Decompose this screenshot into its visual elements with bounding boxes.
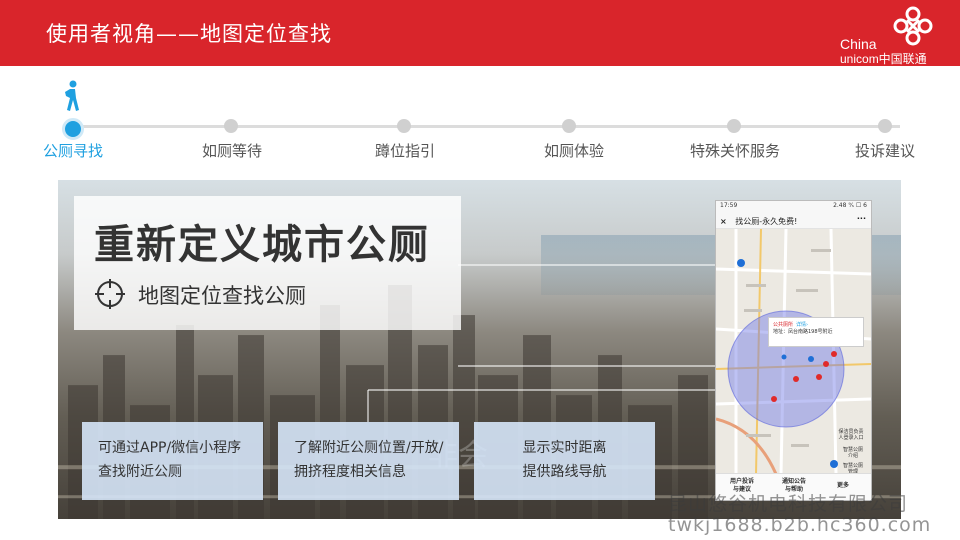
hero-city-image: 重新定义城市公厕 地图定位查找公厕 非会 可通过APP/微信小程序 查找附近公厕… xyxy=(58,180,901,519)
watermark-url: twkj1688.b2b.hc360.com xyxy=(668,514,932,536)
step-label-stall-guide[interactable]: 蹲位指引 xyxy=(375,140,435,161)
hero-headline: 重新定义城市公厕 xyxy=(94,222,430,268)
step-node-6[interactable] xyxy=(878,119,892,133)
feature-card-info: 了解附近公厕位置/开放/ 拥挤程度相关信息 xyxy=(278,422,459,500)
step-node-3[interactable] xyxy=(397,119,411,133)
unicom-knot-icon xyxy=(893,6,933,46)
side-smart-toilet-intro[interactable]: 智慧公厕介绍 xyxy=(841,447,865,459)
map-popup[interactable]: 公共厕所 详情› 地址：凤台南路198号附近 xyxy=(768,317,864,347)
feature-nav-line2: 提供路线导航 xyxy=(522,464,607,480)
close-icon[interactable]: × xyxy=(720,217,727,226)
step-label-complaints[interactable]: 投诉建议 xyxy=(855,140,915,161)
journey-timeline: 公厕寻找 如厕等待 蹲位指引 如厕体验 特殊关怀服务 投诉建议 xyxy=(0,70,960,170)
watermark: 昆山悠谷机电科技有限公司 twkj1688.b2b.hc360.com xyxy=(668,494,931,536)
phone-map[interactable]: 公共厕所 详情› 地址：凤台南路198号附近 保洁员负责人登录入口 智慧公厕介绍 … xyxy=(716,229,871,474)
tab-more[interactable]: 更多 xyxy=(828,482,858,490)
phone-screenshot: 17:59 2.48 ⁹⁄ₛ ☐ 6 × 找公厕-永久免费! ··· 公共厕所 … xyxy=(715,200,872,501)
popup-address: 地址：凤台南路198号附近 xyxy=(773,329,833,335)
header-bar: 使用者视角——地图定位查找 China unicom中国联通 xyxy=(0,0,960,66)
phone-status-icons: 2.48 ⁹⁄ₛ ☐ 6 xyxy=(833,202,867,209)
timeline-track xyxy=(70,125,900,128)
step-label-special-care[interactable]: 特殊关怀服务 xyxy=(690,140,780,161)
tab-notices[interactable]: 通知公告 与帮助 xyxy=(776,478,812,494)
crosshair-icon xyxy=(95,279,125,309)
step-node-4[interactable] xyxy=(562,119,576,133)
feature-app-line2: 查找附近公厕 xyxy=(98,464,182,480)
step-node-1[interactable] xyxy=(62,118,84,140)
feature-info-line2: 拥挤程度相关信息 xyxy=(294,464,406,480)
feature-app-line1: 可通过APP/微信小程序 xyxy=(98,440,242,456)
tab-complaints[interactable]: 用户投诉 与建议 xyxy=(724,478,760,494)
step-label-toilet-search[interactable]: 公厕寻找 xyxy=(43,140,103,161)
page-title: 使用者视角——地图定位查找 xyxy=(46,22,332,46)
step-label-waiting[interactable]: 如厕等待 xyxy=(202,140,262,161)
feature-info-line1: 了解附近公厕位置/开放/ xyxy=(294,440,444,456)
watermark-company: 昆山悠谷机电科技有限公司 xyxy=(668,493,909,515)
step-label-experience[interactable]: 如厕体验 xyxy=(544,140,604,161)
feature-nav-line1: 显示实时距离 xyxy=(522,440,607,456)
phone-status-bar: 17:59 2.48 ⁹⁄ₛ ☐ 6 xyxy=(716,201,871,213)
logo-text-cn: unicom中国联通 xyxy=(840,52,927,66)
side-login-entry[interactable]: 保洁员负责人登录入口 xyxy=(837,429,865,441)
more-icon[interactable]: ··· xyxy=(857,214,866,223)
china-unicom-logo: China unicom中国联通 xyxy=(840,6,948,66)
phone-title-bar: × 找公厕-永久免费! ··· xyxy=(716,213,871,229)
headline-panel: 重新定义城市公厕 地图定位查找公厕 xyxy=(74,196,461,330)
phone-title: 找公厕-永久免费! xyxy=(735,217,798,226)
feature-card-navigation: 显示实时距离 提供路线导航 xyxy=(474,422,655,500)
step-node-5[interactable] xyxy=(727,119,741,133)
feature-card-app: 可通过APP/微信小程序 查找附近公厕 xyxy=(82,422,263,500)
phone-time: 17:59 xyxy=(720,202,738,209)
walking-person-icon xyxy=(65,80,79,111)
step-node-2[interactable] xyxy=(224,119,238,133)
hero-subline: 地图定位查找公厕 xyxy=(138,284,306,308)
